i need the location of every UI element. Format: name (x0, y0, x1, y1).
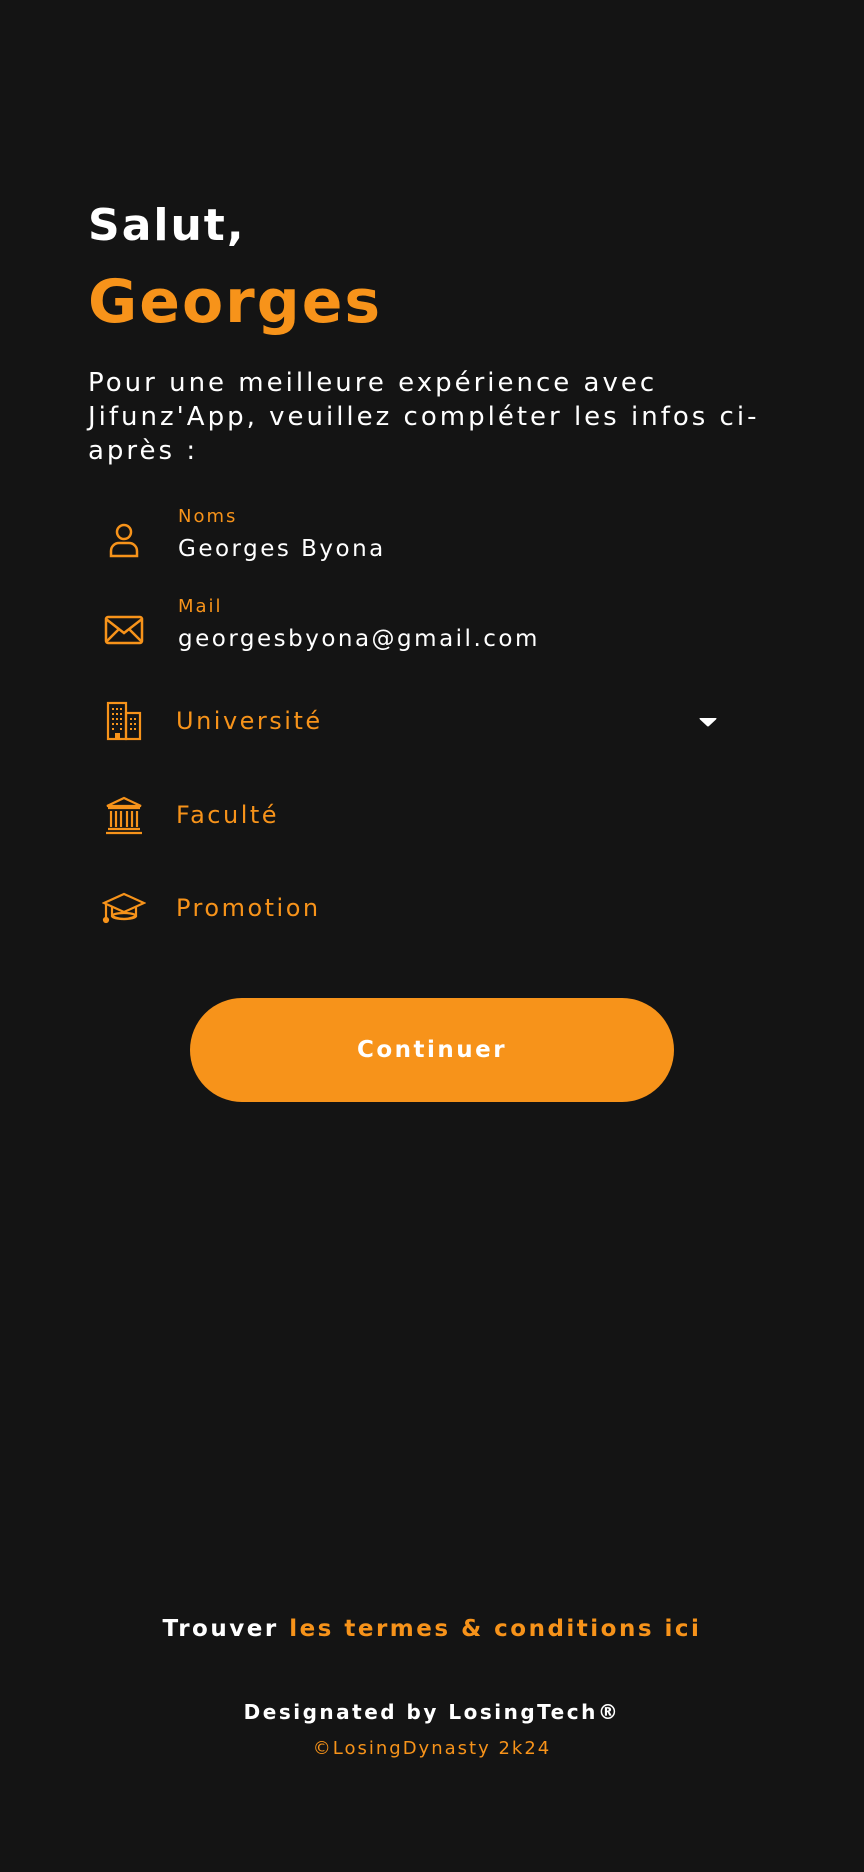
user-name-heading: Georges (88, 267, 383, 337)
intro-text: Pour une meilleure expérience avec Jifun… (88, 368, 760, 466)
terms-prefix: Trouver (162, 1616, 279, 1642)
noms-field[interactable]: Noms Georges Byona (88, 500, 728, 580)
mail-field[interactable]: Mail georgesbyona@gmail.com (88, 590, 728, 670)
universite-select[interactable]: Université (88, 681, 728, 761)
mail-value[interactable]: georgesbyona@gmail.com (178, 626, 540, 652)
mail-label: Mail (178, 596, 223, 617)
universite-placeholder: Université (176, 707, 323, 735)
continue-button[interactable]: Continuer (190, 998, 674, 1102)
copyright-text: ©LosingDynasty 2k24 (312, 1738, 552, 1759)
noms-value[interactable]: Georges Byona (178, 536, 386, 562)
chevron-down-icon[interactable] (698, 714, 718, 728)
user-icon (102, 518, 146, 562)
promotion-field[interactable]: Promotion (88, 868, 728, 948)
promotion-placeholder: Promotion (176, 894, 321, 922)
faculte-field[interactable]: Faculté (88, 775, 728, 855)
greeting-text: Salut, (88, 200, 246, 251)
graduation-cap-icon (102, 886, 146, 930)
institution-icon (102, 793, 146, 837)
building-icon (102, 699, 146, 743)
designed-by-text: Designated by LosingTech® (243, 1700, 621, 1724)
noms-label: Noms (178, 506, 238, 527)
terms-line: Trouver les termes & conditions ici (0, 1616, 864, 1642)
envelope-icon (102, 608, 146, 652)
terms-conditions-link[interactable]: les termes & conditions ici (289, 1616, 701, 1642)
faculte-placeholder: Faculté (176, 801, 280, 829)
